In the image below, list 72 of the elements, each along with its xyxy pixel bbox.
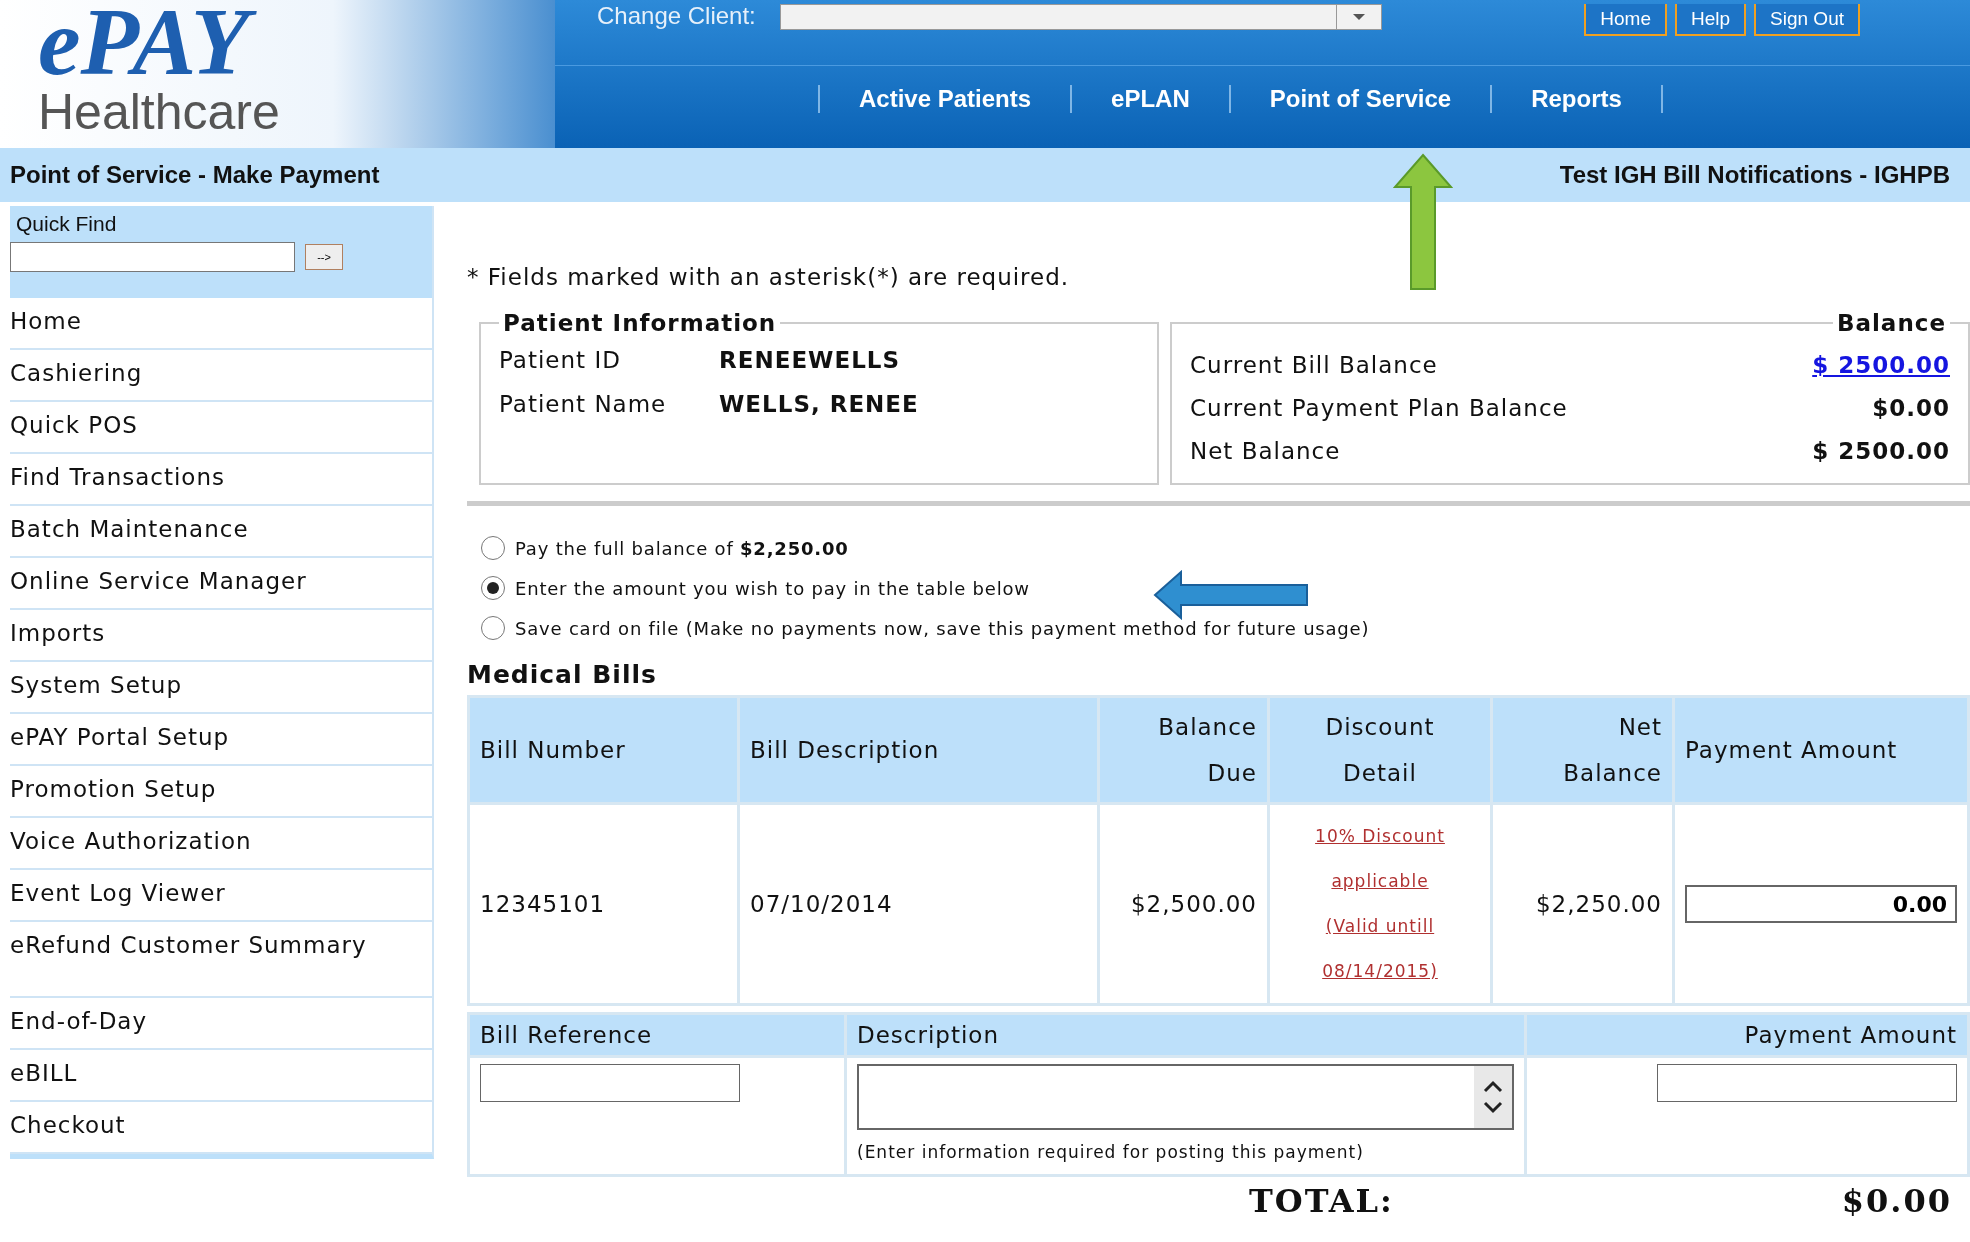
option-label: Pay the full balance of $2,250.00 <box>515 537 849 559</box>
sidebar-item[interactable]: Checkout <box>10 1102 432 1154</box>
sidebar-item[interactable]: ePAY Portal Setup <box>10 714 432 766</box>
radio-button[interactable] <box>481 616 505 640</box>
header-button[interactable]: Help <box>1675 4 1747 36</box>
column-header: Discount Detail <box>1268 696 1492 804</box>
sidebar-item[interactable]: Voice Authorization <box>10 818 432 870</box>
quick-find-label: Quick Find <box>16 212 118 236</box>
sidebar-item[interactable]: Imports <box>10 610 432 662</box>
table-cell: $2,500.00 <box>1098 803 1269 1005</box>
client-select[interactable] <box>779 4 1382 30</box>
option-label: Enter the amount you wish to pay in the table below <box>515 577 1030 599</box>
panel-legend: Balance <box>1832 310 1950 336</box>
column-header: Bill Number <box>468 696 739 804</box>
hint-text: (Enter information required for posting this payment) <box>857 1142 1365 1162</box>
sidebar-item[interactable]: Home <box>10 298 432 350</box>
field-value: WELLS, RENEE <box>719 390 919 419</box>
nav-link[interactable]: ePLAN <box>1070 85 1229 113</box>
table-cell: $2,250.00 <box>1491 803 1674 1005</box>
column-header: Balance Due <box>1098 696 1269 804</box>
sidebar-item[interactable]: Batch Maintenance <box>10 506 432 558</box>
description-field[interactable] <box>857 1064 1514 1130</box>
change-client-label: Change Client: <box>597 4 756 28</box>
sidebar-item[interactable]: eRefund Customer Summary <box>10 922 432 998</box>
balance-label: Current Payment Plan Balance <box>1190 394 1568 423</box>
table-cell: 12345101 <box>468 803 739 1005</box>
total-value: $0.00 <box>1841 1181 1952 1221</box>
balance-label: Net Balance <box>1190 437 1341 466</box>
balance-value: $ 2500.00 <box>1812 437 1950 466</box>
balance-value: $0.00 <box>1872 394 1950 423</box>
column-header: Net Balance <box>1491 696 1674 804</box>
column-header: Payment Amount <box>1525 1013 1969 1057</box>
nav-link[interactable]: Active Patients <box>818 85 1071 113</box>
panel-legend: Patient Information <box>499 310 781 336</box>
sidebar-item[interactable]: Cashiering <box>10 350 432 402</box>
field-label: Patient Name <box>499 390 668 419</box>
column-header: Payment Amount <box>1673 696 1969 804</box>
sidebar-item[interactable]: Online Service Manager <box>10 558 432 610</box>
column-header: Description <box>845 1013 1526 1057</box>
column-header: Bill Description <box>738 696 1099 804</box>
balance-label: Current Bill Balance <box>1190 351 1438 380</box>
section-title: Medical Bills <box>467 660 658 689</box>
payment-amount-field[interactable]: 0.00 <box>1685 885 1957 923</box>
header-button[interactable]: Sign Out <box>1754 4 1860 36</box>
balance-link[interactable]: $ 2500.00 <box>1812 344 1950 387</box>
column-header: Bill Reference <box>468 1013 846 1057</box>
quick-find-field[interactable] <box>10 242 295 272</box>
sidebar-item[interactable]: Event Log Viewer <box>10 870 432 922</box>
sidebar-item[interactable]: Quick POS <box>10 402 432 454</box>
radio-button[interactable] <box>481 576 505 600</box>
required-note: * Fields marked with an asterisk(*) are required. <box>467 264 1071 290</box>
table-cell: 07/10/2014 <box>738 803 1099 1005</box>
total-label: TOTAL: <box>1249 1181 1394 1221</box>
client-name: Test IGH Bill Notifications - IGHPB <box>1559 161 1950 189</box>
nav-link[interactable]: Reports <box>1490 85 1663 113</box>
sidebar-item[interactable]: End-of-Day <box>10 998 432 1050</box>
sidebar-item[interactable]: Promotion Setup <box>10 766 432 818</box>
option-label: Save card on file (Make no payments now, save this payment method for future usage) <box>515 617 1370 639</box>
nav-link[interactable]: Point of Service <box>1228 85 1491 113</box>
bill-reference-field[interactable] <box>480 1064 740 1102</box>
sidebar-item[interactable]: System Setup <box>10 662 432 714</box>
field-value: RENEEWELLS <box>719 346 901 375</box>
page-title: Point of Service - Make Payment <box>10 161 380 189</box>
header-button[interactable]: Home <box>1584 4 1667 36</box>
sidebar-item[interactable]: eBILL <box>10 1050 432 1102</box>
up-arrow-icon <box>1393 153 1453 291</box>
radio-button[interactable] <box>481 536 505 560</box>
go-button[interactable]: --> <box>305 244 343 270</box>
field-label: Patient ID <box>499 346 622 375</box>
sidebar-item[interactable]: Find Transactions <box>10 454 432 506</box>
left-arrow-icon <box>1153 570 1309 620</box>
payment-amount-field[interactable] <box>1657 1064 1957 1102</box>
